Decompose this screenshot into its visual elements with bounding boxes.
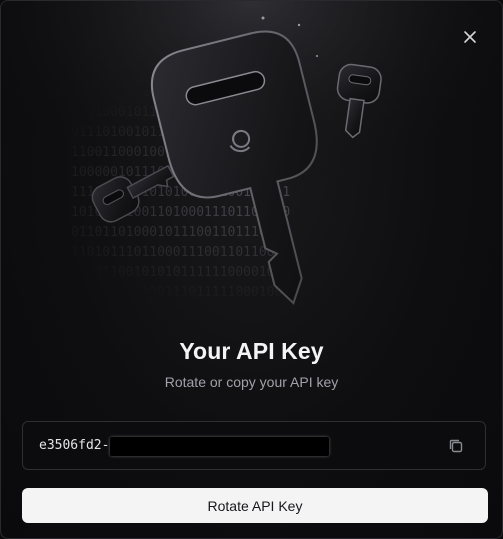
close-button[interactable] <box>460 27 480 47</box>
binary-row: 0110110100010111001101110110 <box>71 225 290 240</box>
api-key-redaction <box>110 437 329 456</box>
api-key-field[interactable]: e3506fd2-( <box>22 421 486 470</box>
dialog-title: Your API Key <box>179 338 324 364</box>
binary-row: 0111000101001110111110001000 <box>71 285 290 300</box>
dialog-subtitle: Rotate or copy your API key <box>164 374 339 390</box>
binary-row: 1101011101100011100110110000 <box>71 245 290 260</box>
copy-button[interactable] <box>447 437 465 455</box>
hero-illustration: 0000111011010101100000101001101100010110… <box>1 1 502 321</box>
rotate-api-key-button[interactable]: Rotate API Key <box>22 488 488 523</box>
binary-row: 1000110010101011111100001011 <box>71 265 290 280</box>
copy-icon <box>449 439 463 453</box>
binary-background: 0000111011010101100000101001101100010110… <box>1 1 502 321</box>
api-key-value[interactable]: e3506fd2-( <box>39 438 117 453</box>
close-icon <box>464 31 476 43</box>
api-key-dialog: 0000111011010101100000101001101100010110… <box>0 0 503 539</box>
